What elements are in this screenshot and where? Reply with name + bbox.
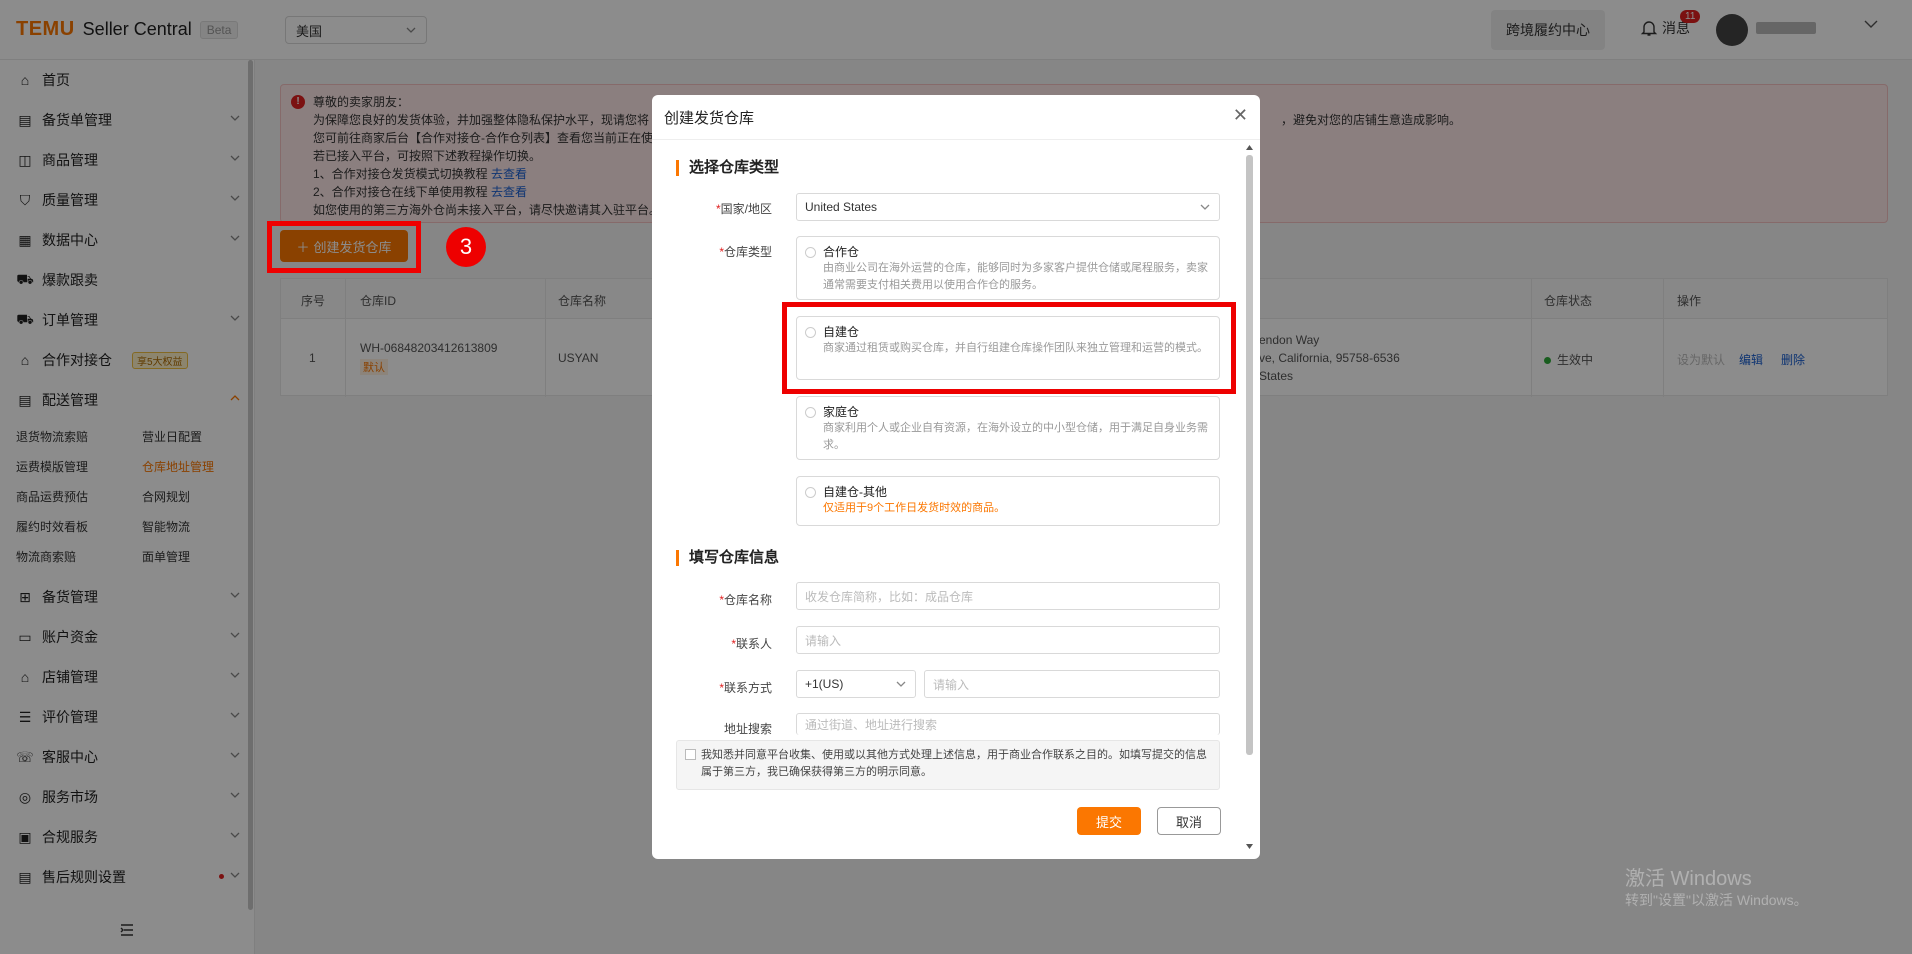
type-name: 合作仓 <box>823 245 860 259</box>
dialog-divider <box>652 139 1260 140</box>
dialog-title: 创建发货仓库 <box>664 110 755 127</box>
country-select[interactable]: United States <box>796 193 1220 221</box>
consent-checkbox[interactable] <box>685 749 696 760</box>
scroll-down-icon[interactable] <box>1246 843 1253 851</box>
consent-text: 我知悉并同意平台收集、使用或以其他方式处理上述信息，用于商业合作联系之目的。如填… <box>701 749 1207 778</box>
chevron-down-icon <box>1200 204 1210 210</box>
country-value: United States <box>805 200 878 214</box>
dialog-scroll-thumb[interactable] <box>1246 155 1253 755</box>
windows-watermark: 激活 Windows <box>1625 868 1752 890</box>
windows-watermark-sub: 转到"设置"以激活 Windows。 <box>1625 892 1808 908</box>
country-label: *国家/地区 <box>715 202 772 216</box>
contact-input[interactable]: 请输入 <box>796 626 1220 654</box>
dialog-scrollbar[interactable] <box>1246 143 1253 853</box>
type-name: 家庭仓 <box>823 405 860 419</box>
radio-partner[interactable] <box>805 247 816 258</box>
type-option-partner[interactable]: 合作仓 由商业公司在海外运营的仓库，能够同时为多家客户提供仓储或尾程服务，卖家通… <box>796 236 1220 300</box>
submit-button[interactable]: 提交 <box>1077 807 1141 835</box>
warehouse-type-label: *仓库类型 <box>719 245 772 259</box>
consent-box: 我知悉并同意平台收集、使用或以其他方式处理上述信息，用于商业合作联系之目的。如填… <box>676 740 1220 790</box>
type-desc: 仅适用于9个工作日发货时效的商品。 <box>823 502 1006 514</box>
scroll-up-icon[interactable] <box>1246 143 1253 151</box>
address-search-label: 地址搜索 <box>723 722 772 736</box>
contact-label: *联系人 <box>731 637 772 651</box>
type-name: 自建仓-其他 <box>823 485 887 499</box>
phone-code-select[interactable]: +1(US) <box>796 670 916 698</box>
radio-self-built-other[interactable] <box>805 487 816 498</box>
section-warehouse-info: 填写仓库信息 <box>676 550 779 566</box>
cancel-button[interactable]: 取消 <box>1157 807 1221 835</box>
contact-method-label: *联系方式 <box>719 681 772 695</box>
close-icon[interactable]: ✕ <box>1233 105 1248 126</box>
chevron-down-icon <box>896 681 906 687</box>
step-number-badge: 3 <box>446 227 486 267</box>
address-search-input[interactable]: 通过街道、地址进行搜索 <box>796 713 1220 735</box>
warehouse-name-label: *仓库名称 <box>719 593 772 607</box>
type-option-self-built-other[interactable]: 自建仓-其他 仅适用于9个工作日发货时效的商品。 <box>796 476 1220 526</box>
type-desc: 由商业公司在海外运营的仓库，能够同时为多家客户提供仓储或尾程服务，卖家通常需要支… <box>823 262 1208 291</box>
create-warehouse-dialog: 创建发货仓库 ✕ 选择仓库类型 *国家/地区 United States *仓库… <box>652 95 1260 859</box>
type-option-home[interactable]: 家庭仓 商家利用个人或企业自有资源，在海外设立的中小型仓储，用于满足自身业务需求… <box>796 396 1220 460</box>
highlight-self-built-option <box>782 302 1236 394</box>
warehouse-name-input[interactable]: 收发仓库简称，比如：成品仓库 <box>796 582 1220 610</box>
section-warehouse-type: 选择仓库类型 <box>676 160 779 176</box>
radio-home[interactable] <box>805 407 816 418</box>
phone-input[interactable]: 请输入 <box>924 670 1220 698</box>
type-desc: 商家利用个人或企业自有资源，在海外设立的中小型仓储，用于满足自身业务需求。 <box>823 422 1208 451</box>
highlight-create-button <box>267 221 421 273</box>
